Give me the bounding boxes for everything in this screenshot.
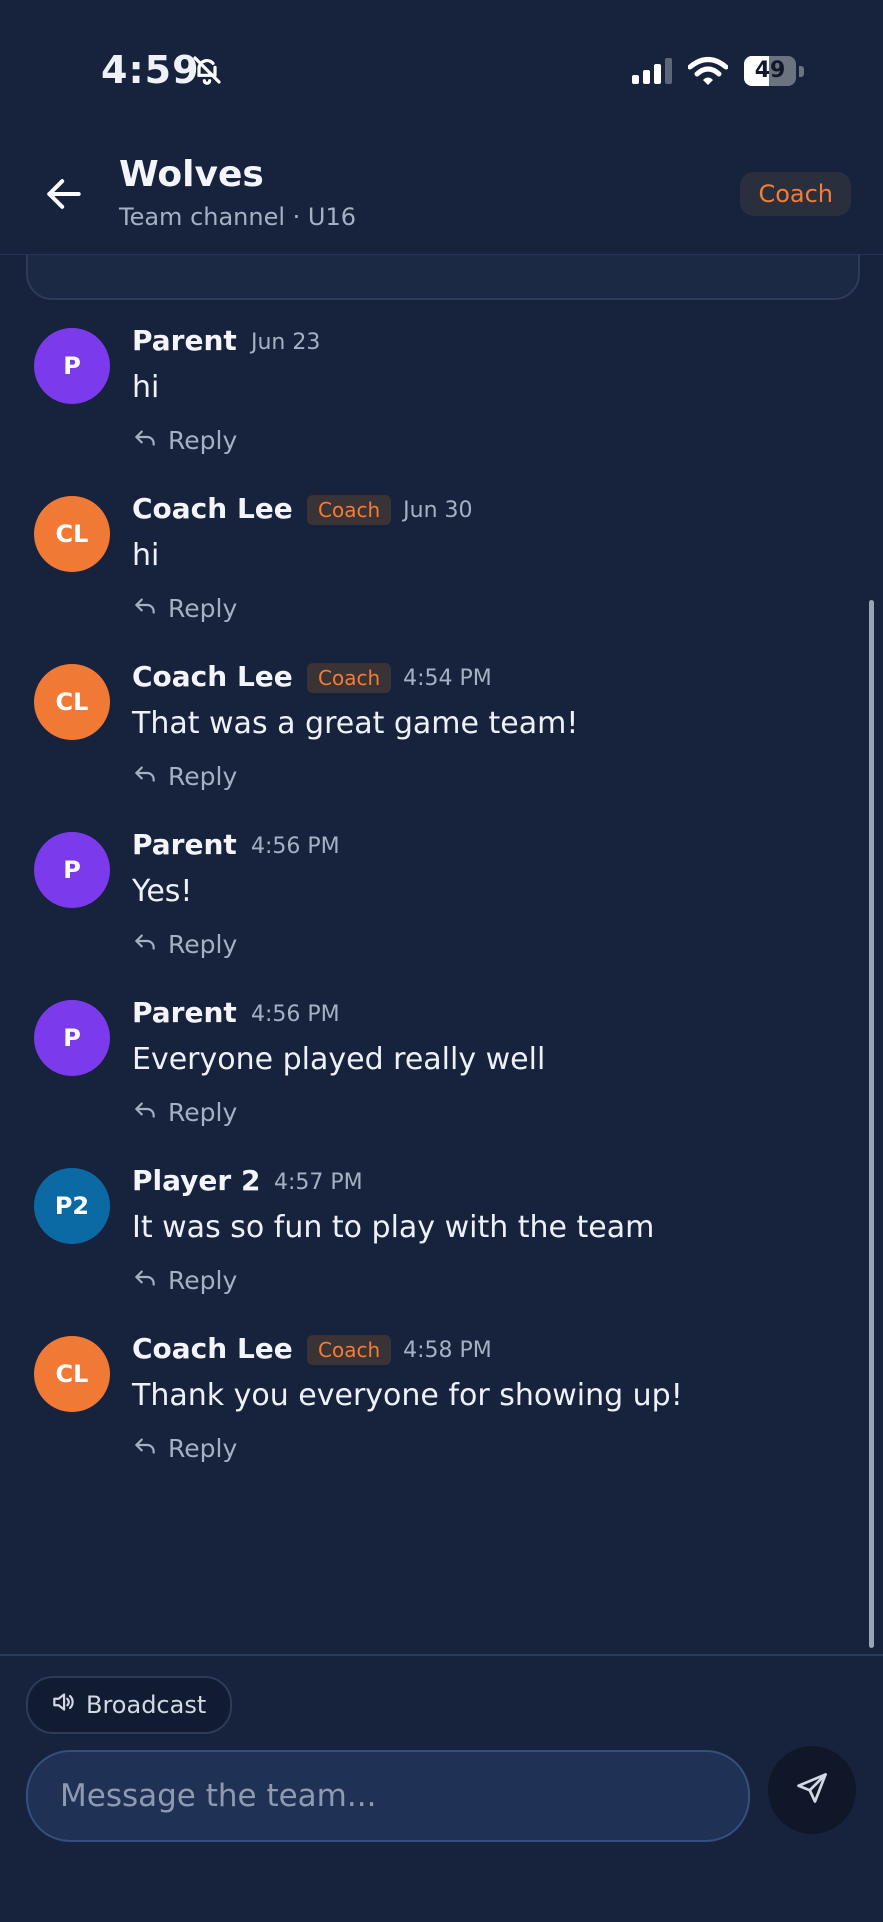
message-timestamp: 4:57 PM xyxy=(274,1169,363,1195)
reply-icon xyxy=(132,928,158,960)
reply-label: Reply xyxy=(168,1097,238,1127)
message-meta: Coach 4:54 PM xyxy=(307,660,492,696)
reply-button[interactable]: Reply xyxy=(132,1092,237,1132)
message-author: Parent xyxy=(132,828,237,861)
role-badge: Coach xyxy=(740,172,851,216)
message-item: P2 Player 2 4:57 PM It was so fun to play w… xyxy=(0,1148,860,1316)
reply-icon xyxy=(132,760,158,792)
message-item: CL Coach Lee Coach 4:54 PM That was a great … xyxy=(0,644,860,812)
reply-icon xyxy=(132,424,158,456)
message-text: hi xyxy=(132,538,160,573)
status-time: 4:59 xyxy=(101,48,200,92)
coach-badge: Coach xyxy=(307,495,392,525)
battery-tip xyxy=(799,66,804,77)
message-timestamp: 4:56 PM xyxy=(251,1001,340,1027)
reply-label: Reply xyxy=(168,593,238,623)
send-icon xyxy=(794,1770,830,1810)
back-arrow-icon[interactable] xyxy=(42,172,86,216)
message-item: P Parent 4:56 PM Yes! Reply xyxy=(0,812,860,980)
message-author: Coach Lee xyxy=(132,660,293,693)
avatar[interactable]: CL xyxy=(34,664,110,740)
channel-header: Wolves Team channel · U16 Coach xyxy=(0,130,883,255)
message-meta: Coach 4:58 PM xyxy=(307,1332,492,1368)
message-text: That was a great game team! xyxy=(132,706,579,741)
message-text: hi xyxy=(132,370,160,405)
message-author: Parent xyxy=(132,996,237,1029)
message-timestamp: Jun 23 xyxy=(251,329,321,355)
message-text: Yes! xyxy=(132,874,193,909)
previous-message-card xyxy=(26,254,860,300)
message-item: CL Coach Lee Coach Jun 30 hi Reply xyxy=(0,476,860,644)
reply-icon xyxy=(132,1096,158,1128)
reply-label: Reply xyxy=(168,761,238,791)
message-item: CL Coach Lee Coach 4:58 PM Thank you everyon… xyxy=(0,1316,860,1484)
reply-label: Reply xyxy=(168,1265,238,1295)
reply-button[interactable]: Reply xyxy=(132,924,237,964)
message-timestamp: 4:58 PM xyxy=(403,1337,492,1363)
composer-area: Broadcast xyxy=(0,1654,883,1922)
reply-label: Reply xyxy=(168,929,238,959)
message-meta: 4:56 PM xyxy=(251,996,340,1032)
message-input[interactable] xyxy=(28,1752,748,1840)
battery-percent: 49 xyxy=(754,58,786,83)
reply-label: Reply xyxy=(168,425,238,455)
message-meta: Jun 23 xyxy=(251,324,320,360)
message-composer[interactable] xyxy=(26,1750,750,1842)
channel-title: Wolves xyxy=(119,154,264,195)
battery-icon: 49 xyxy=(744,56,796,86)
reply-button[interactable]: Reply xyxy=(132,588,237,628)
status-bar: 4:59 49 xyxy=(0,0,883,130)
wifi-icon xyxy=(687,56,729,90)
message-author: Player 2 xyxy=(132,1164,261,1197)
reply-icon xyxy=(132,592,158,624)
message-list[interactable]: P Parent Jun 23 hi Reply CL Coach Lee Coach Jun … xyxy=(0,254,883,1654)
bell-slash-icon xyxy=(191,54,223,90)
reply-icon xyxy=(132,1432,158,1464)
avatar[interactable]: P xyxy=(34,832,110,908)
message-timestamp: 4:56 PM xyxy=(251,833,340,859)
message-timestamp: 4:54 PM xyxy=(403,665,492,691)
send-button[interactable] xyxy=(768,1746,856,1834)
reply-label: Reply xyxy=(168,1433,238,1463)
avatar[interactable]: CL xyxy=(34,496,110,572)
avatar[interactable]: P2 xyxy=(34,1168,110,1244)
message-author: Coach Lee xyxy=(132,1332,293,1365)
avatar[interactable]: CL xyxy=(34,1336,110,1412)
avatar[interactable]: P xyxy=(34,1000,110,1076)
reply-icon xyxy=(132,1264,158,1296)
message-text: It was so fun to play with the team xyxy=(132,1210,655,1245)
message-text: Everyone played really well xyxy=(132,1042,546,1077)
message-item: P Parent 4:56 PM Everyone played really wel… xyxy=(0,980,860,1148)
reply-button[interactable]: Reply xyxy=(132,420,237,460)
message-author: Coach Lee xyxy=(132,492,293,525)
message-author: Parent xyxy=(132,324,237,357)
message-item: P Parent Jun 23 hi Reply xyxy=(0,308,860,476)
message-text: Thank you everyone for showing up! xyxy=(132,1378,683,1413)
message-meta: 4:56 PM xyxy=(251,828,340,864)
broadcast-label: Broadcast xyxy=(86,1691,207,1719)
reply-button[interactable]: Reply xyxy=(132,1428,237,1468)
speaker-icon xyxy=(50,1689,76,1721)
signal-icon xyxy=(632,58,676,88)
reply-button[interactable]: Reply xyxy=(132,756,237,796)
coach-badge: Coach xyxy=(307,663,392,693)
coach-badge: Coach xyxy=(307,1335,392,1365)
avatar[interactable]: P xyxy=(34,328,110,404)
scrollbar[interactable] xyxy=(869,600,874,1648)
channel-subtitle: Team channel · U16 xyxy=(119,203,357,231)
message-meta: Coach Jun 30 xyxy=(307,492,473,528)
reply-button[interactable]: Reply xyxy=(132,1260,237,1300)
message-meta: 4:57 PM xyxy=(274,1164,363,1200)
message-timestamp: Jun 30 xyxy=(403,497,473,523)
broadcast-button[interactable]: Broadcast xyxy=(26,1676,233,1734)
